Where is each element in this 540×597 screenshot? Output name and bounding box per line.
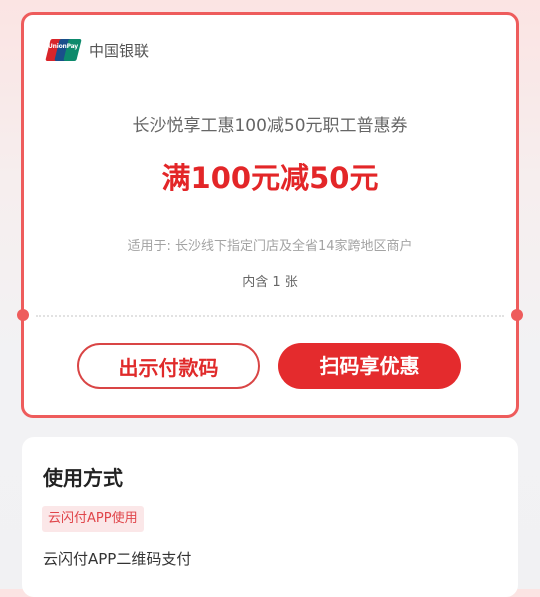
right-notch [511, 309, 523, 321]
brand-name: 中国银联 [89, 41, 150, 60]
coupon-headline: 满100元减50元 [161, 161, 379, 195]
usage-card: 使用方式 云闪付APP使用 云闪付APP二维码支付 [22, 437, 518, 597]
left-notch [17, 309, 29, 321]
brand-header: UnionPay 中国银联 [45, 39, 150, 61]
divider [36, 315, 504, 317]
coupon-count: 内含 1 张 [242, 275, 298, 290]
usage-description: 云闪付APP二维码支付 [43, 550, 192, 568]
scan-discount-button[interactable]: 扫码享优惠 [278, 343, 461, 389]
coupon-scope: 适用于: 长沙线下指定门店及全省14家跨地区商户 [127, 239, 413, 254]
show-payment-code-button[interactable]: 出示付款码 [77, 343, 260, 389]
usage-title: 使用方式 [43, 466, 123, 490]
coupon-subtitle: 长沙悦享工惠100减50元职工普惠券 [132, 116, 408, 136]
coupon-card: UnionPay 中国银联 长沙悦享工惠100减50元职工普惠券 满100元减5… [17, 12, 523, 418]
unionpay-logo-icon: UnionPay [45, 39, 82, 61]
usage-tag: 云闪付APP使用 [42, 506, 144, 532]
